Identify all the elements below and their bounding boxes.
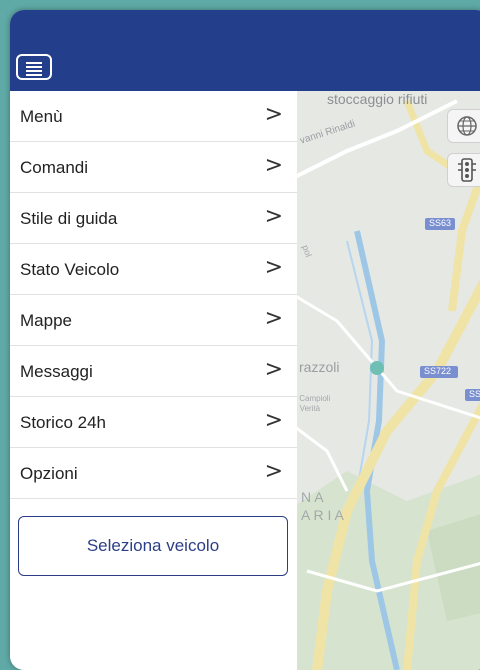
menu-item-label: Opzioni [20, 464, 78, 483]
app-window: stoccaggio rifiuti vanni Rinaldi SS63 SS… [10, 10, 480, 670]
map-label-campioli: y Campioli [293, 394, 331, 403]
menu-item-label: Mappe [20, 311, 72, 330]
map-label-ss6: SS6 [469, 389, 480, 399]
chevron-right-icon: > [264, 153, 283, 178]
globe-icon[interactable] [447, 109, 480, 143]
map-label-stoccaggio: stoccaggio rifiuti [327, 91, 428, 107]
menu-item-storico-24h[interactable]: Storico 24h > [10, 397, 297, 448]
menu-item-messaggi[interactable]: Messaggi > [10, 346, 297, 397]
chevron-right-icon: > [264, 306, 283, 331]
traffic-light-icon[interactable] [447, 153, 480, 187]
map-label-lazzoli: razzoli [299, 359, 340, 375]
menu-item-comandi[interactable]: Comandi > [10, 142, 297, 193]
menu-item-label: Stato Veicolo [20, 260, 120, 279]
chevron-right-icon: > [264, 459, 283, 484]
map-label-ss722: SS722 [424, 366, 452, 376]
menu-item-menu[interactable]: Menù > [10, 91, 297, 142]
app-header [10, 10, 480, 91]
menu-item-label: Messaggi [20, 362, 93, 381]
menu-item-stile-di-guida[interactable]: Stile di guida > [10, 193, 297, 244]
menu-item-label: Comandi [20, 158, 89, 177]
menu-item-label: Stile di guida [20, 209, 118, 228]
menu-item-mappe[interactable]: Mappe > [10, 295, 297, 346]
map-view[interactable]: stoccaggio rifiuti vanni Rinaldi SS63 SS… [287, 91, 480, 670]
navigation-drawer: Menù > Comandi > Stile di guida > Stato … [10, 91, 297, 670]
menu-item-label: Menù [20, 107, 63, 126]
map-label-aria: A R I A [301, 507, 344, 523]
map-label-ss63: SS63 [429, 218, 452, 228]
menu-item-stato-veicolo[interactable]: Stato Veicolo > [10, 244, 297, 295]
menu-item-label: Storico 24h [20, 413, 106, 432]
chevron-right-icon: > [264, 408, 283, 433]
chevron-right-icon: > [264, 102, 283, 127]
select-vehicle-button[interactable]: Seleziona veicolo [18, 516, 288, 576]
chevron-right-icon: > [264, 357, 283, 382]
menu-item-opzioni[interactable]: Opzioni > [10, 448, 297, 499]
chevron-right-icon: > [264, 204, 283, 229]
map-label-verita: e Verità [293, 404, 321, 413]
chevron-right-icon: > [264, 255, 283, 280]
hamburger-menu-icon[interactable] [16, 54, 52, 80]
map-label-na: N A [301, 489, 324, 505]
